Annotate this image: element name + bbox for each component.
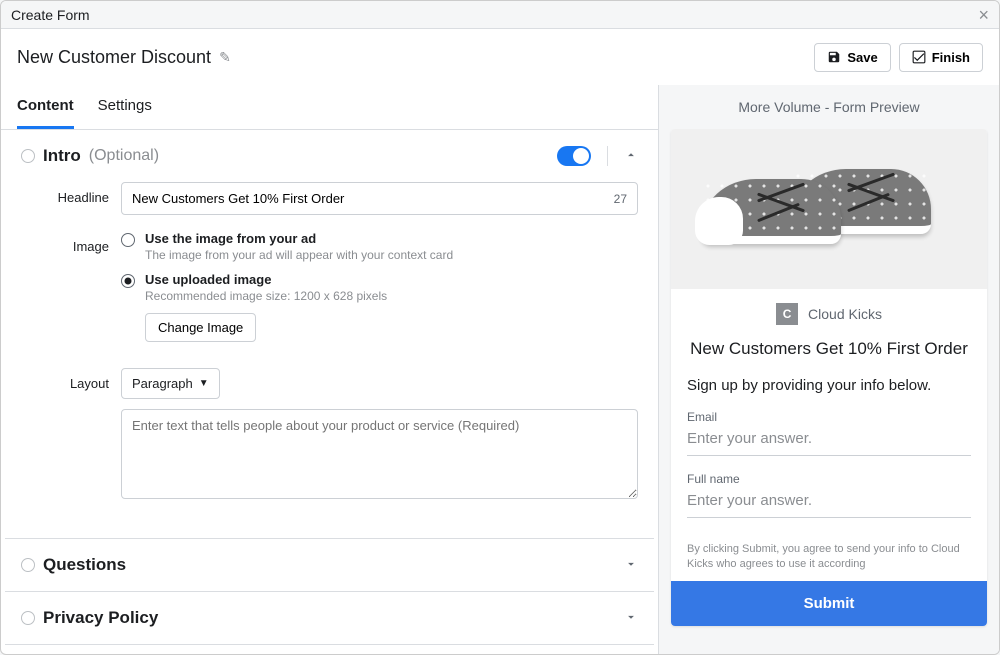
left-panel: Content Settings Intro (Optional) — [1, 85, 659, 654]
privacy-title: Privacy Policy — [43, 608, 158, 628]
questions-status-icon — [21, 558, 35, 572]
intro-title: Intro — [43, 146, 81, 166]
image-row: Image Use the image from your ad The ima… — [53, 231, 638, 352]
section-intro-header[interactable]: Intro (Optional) — [5, 130, 654, 182]
change-image-label: Change Image — [158, 320, 243, 335]
fullname-input[interactable]: Enter your answer. — [687, 492, 971, 518]
opt-from-ad-title: Use the image from your ad — [145, 231, 453, 246]
section-questions-header[interactable]: Questions — [5, 539, 654, 591]
brand-avatar: C — [776, 303, 798, 325]
caret-down-icon: ▼ — [199, 378, 209, 389]
main-split: Content Settings Intro (Optional) — [1, 85, 999, 654]
opt-uploaded-sub: Recommended image size: 1200 x 628 pixel… — [145, 289, 387, 303]
section-intro: Intro (Optional) Headline — [5, 130, 654, 539]
preview-disclaimer: By clicking Submit, you agree to send yo… — [671, 534, 987, 581]
preview-panel: More Volume - Form Preview C Cloud Kicks… — [659, 85, 999, 654]
opt-from-ad-sub: The image from your ad will appear with … — [145, 248, 453, 262]
finish-label: Finish — [932, 50, 970, 65]
preview-field-email: Email Enter your answer. — [671, 410, 987, 472]
finish-button[interactable]: Finish — [899, 43, 983, 72]
finish-icon — [912, 50, 926, 64]
image-label: Image — [53, 231, 121, 254]
opt-uploaded-title: Use uploaded image — [145, 272, 387, 287]
preview-scroll[interactable]: C Cloud Kicks New Customers Get 10% Firs… — [659, 129, 999, 654]
radio-icon — [121, 233, 135, 247]
layout-select[interactable]: Paragraph ▼ — [121, 368, 220, 399]
chevron-up-icon[interactable] — [624, 148, 638, 165]
intro-body: Headline 27 Image — [5, 182, 654, 538]
headline-row: Headline 27 — [53, 182, 638, 215]
layout-textarea[interactable] — [121, 409, 638, 499]
save-icon — [827, 50, 841, 64]
section-questions: Questions — [5, 539, 654, 592]
headline-label: Headline — [53, 182, 121, 205]
tab-settings[interactable]: Settings — [98, 85, 152, 129]
save-label: Save — [847, 50, 877, 65]
preview-headline: New Customers Get 10% First Order — [671, 339, 987, 377]
preview-card: C Cloud Kicks New Customers Get 10% Firs… — [671, 129, 987, 626]
privacy-status-icon — [21, 611, 35, 625]
radio-icon-checked — [121, 274, 135, 288]
save-button[interactable]: Save — [814, 43, 890, 72]
layout-row: Layout Paragraph ▼ — [53, 368, 638, 502]
name-bar: New Customer Discount ✎ Save Finish — [1, 29, 999, 85]
create-form-dialog: Create Form × New Customer Discount ✎ Sa… — [0, 0, 1000, 655]
questions-title: Questions — [43, 555, 126, 575]
layout-label: Layout — [53, 368, 121, 391]
headline-counter: 27 — [614, 192, 627, 206]
preview-image — [671, 129, 987, 289]
close-icon[interactable]: × — [978, 6, 989, 24]
form-name-text: New Customer Discount — [17, 47, 211, 68]
fullname-label: Full name — [687, 472, 971, 486]
preview-header: More Volume - Form Preview — [659, 85, 999, 129]
intro-status-icon — [21, 149, 35, 163]
headline-input-wrap[interactable]: 27 — [121, 182, 638, 215]
divider — [607, 146, 608, 166]
dialog-title: Create Form — [11, 7, 90, 23]
brand-row: C Cloud Kicks — [671, 289, 987, 339]
headline-input[interactable] — [132, 191, 614, 206]
form-name-wrap: New Customer Discount ✎ — [17, 47, 231, 68]
header-buttons: Save Finish — [814, 43, 983, 72]
email-label: Email — [687, 410, 971, 424]
intro-toggle[interactable] — [557, 146, 591, 166]
email-input[interactable]: Enter your answer. — [687, 430, 971, 456]
preview-subtext: Sign up by providing your info below. — [671, 377, 987, 410]
section-privacy: Privacy Policy — [5, 592, 654, 645]
preview-field-fullname: Full name Enter your answer. — [671, 472, 987, 534]
left-scroll[interactable]: Intro (Optional) Headline — [1, 130, 658, 654]
intro-optional: (Optional) — [89, 147, 159, 165]
pencil-icon[interactable]: ✎ — [219, 49, 231, 66]
chevron-down-icon — [624, 557, 638, 574]
image-opt-uploaded[interactable]: Use uploaded image Recommended image siz… — [121, 272, 638, 342]
layout-value: Paragraph — [132, 376, 193, 391]
submit-button[interactable]: Submit — [671, 581, 987, 626]
dialog-header: Create Form × — [1, 1, 999, 29]
tabs: Content Settings — [1, 85, 658, 130]
brand-name: Cloud Kicks — [808, 306, 882, 322]
tab-content[interactable]: Content — [17, 85, 74, 129]
chevron-down-icon — [624, 610, 638, 627]
image-opt-from-ad[interactable]: Use the image from your ad The image fro… — [121, 231, 638, 262]
section-privacy-header[interactable]: Privacy Policy — [5, 592, 654, 644]
change-image-button[interactable]: Change Image — [145, 313, 256, 342]
